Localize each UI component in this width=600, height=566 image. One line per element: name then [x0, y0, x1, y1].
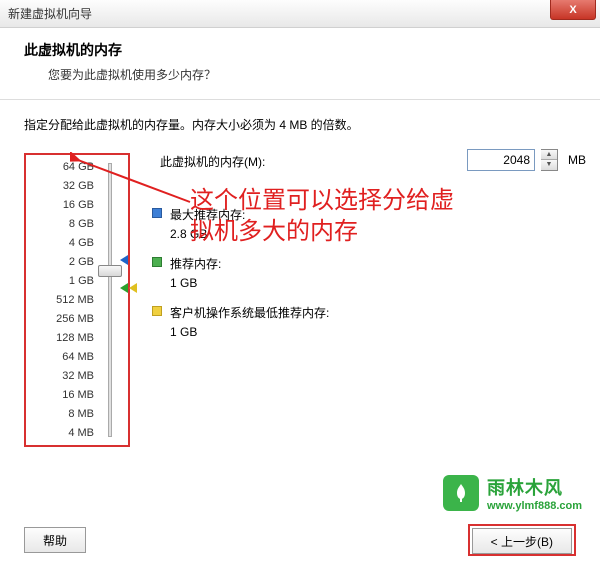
recommended-memory-marker: [120, 283, 128, 293]
memory-slider-thumb[interactable]: [98, 265, 122, 277]
min-memory-icon: [152, 306, 162, 316]
min-memory-value: 1 GB: [170, 325, 576, 339]
help-button[interactable]: 帮助: [24, 527, 86, 553]
recommended-memory-icon: [152, 257, 162, 267]
min-memory-label: 客户机操作系统最低推荐内存:: [170, 304, 329, 321]
watermark: 雨林木风 www.ylmf888.com: [435, 470, 590, 516]
memory-slider-track[interactable]: [108, 163, 112, 437]
watermark-name: 雨林木风: [487, 474, 582, 500]
content-area: 指定分配给此虚拟机的内存量。内存大小必须为 4 MB 的倍数。 64 GB32 …: [0, 100, 600, 463]
memory-input-label: 此虚拟机的内存(M):: [160, 153, 265, 170]
max-memory-value: 2.8 GB: [170, 227, 576, 241]
max-memory-marker: [120, 255, 128, 265]
titlebar: 新建虚拟机向导 X: [0, 0, 600, 28]
watermark-url: www.ylmf888.com: [487, 500, 582, 512]
page-subtitle: 您要为此虚拟机使用多少内存？: [24, 66, 576, 83]
spinner-down-icon[interactable]: ▼: [541, 160, 557, 170]
memory-slider-column: 64 GB32 GB16 GB8 GB4 GB2 GB1 GB512 MB256…: [24, 153, 130, 447]
wizard-header: 此虚拟机的内存 您要为此虚拟机使用多少内存？: [0, 28, 600, 100]
spinner-up-icon[interactable]: ▲: [541, 150, 557, 160]
memory-input[interactable]: [467, 149, 535, 171]
memory-unit: MB: [568, 153, 586, 167]
close-button[interactable]: X: [550, 0, 596, 20]
back-button[interactable]: < 上一步(B): [472, 528, 572, 554]
window-title: 新建虚拟机向导: [8, 5, 92, 22]
watermark-logo-icon: [443, 475, 479, 511]
recommended-memory-label: 推荐内存:: [170, 255, 221, 272]
memory-details: 此虚拟机的内存(M): ▲ ▼ MB 最大推荐内存: 2.8 GB: [130, 153, 576, 447]
max-memory-label: 最大推荐内存:: [170, 206, 245, 223]
recommended-memory-value: 1 GB: [170, 276, 576, 290]
memory-spinner[interactable]: ▲ ▼: [541, 149, 558, 171]
footer: 帮助 < 上一步(B): [0, 524, 600, 556]
instruction-text: 指定分配给此虚拟机的内存量。内存大小必须为 4 MB 的倍数。: [24, 116, 576, 133]
back-button-highlight: < 上一步(B): [468, 524, 576, 556]
max-memory-icon: [152, 208, 162, 218]
page-title: 此虚拟机的内存: [24, 40, 576, 60]
